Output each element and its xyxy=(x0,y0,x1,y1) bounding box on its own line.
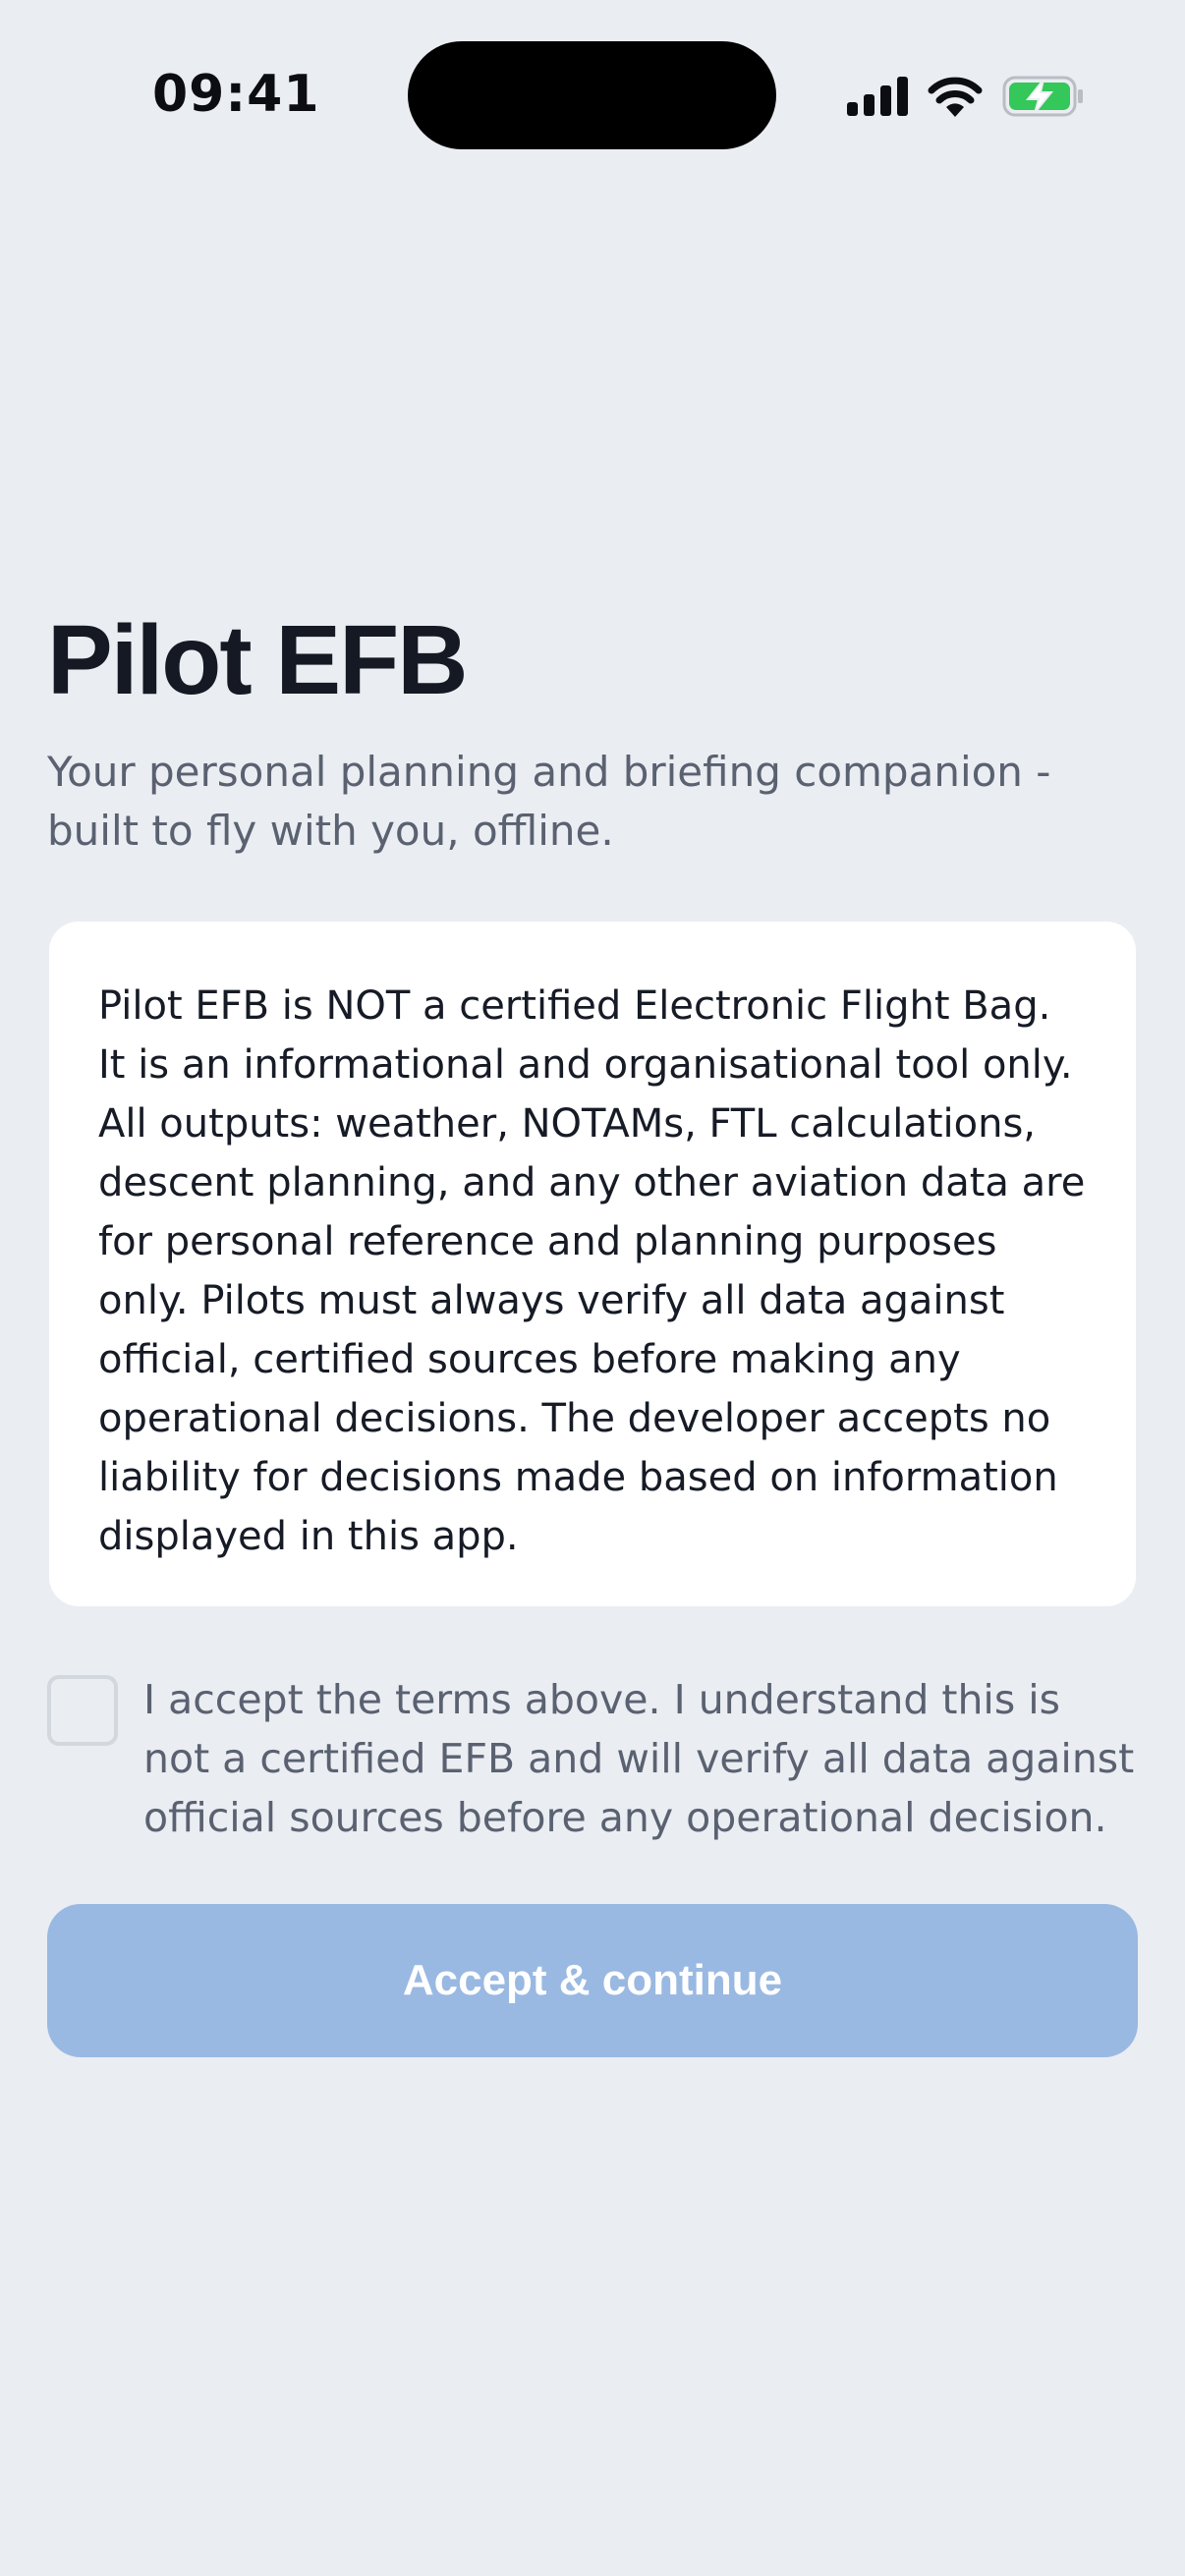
status-time: 09:41 xyxy=(152,65,320,124)
app-subtitle: Your personal planning and briefing comp… xyxy=(47,748,1051,855)
dynamic-island xyxy=(408,41,776,149)
battery-charging-icon xyxy=(1002,76,1085,117)
wifi-icon xyxy=(928,76,983,117)
accept-terms-checkbox[interactable] xyxy=(47,1675,118,1746)
accept-terms-row[interactable]: I accept the terms above. I understand t… xyxy=(47,1670,1138,1847)
status-bar: 09:41 xyxy=(0,0,1185,187)
accept-continue-button[interactable]: Accept & continue xyxy=(47,1904,1138,2057)
disclaimer-card: Pilot EFB is NOT a certified Electronic … xyxy=(49,922,1136,1606)
disclaimer-text: Pilot EFB is NOT a certified Electronic … xyxy=(98,983,1086,1559)
app-title: Pilot EFB xyxy=(47,605,468,715)
accept-terms-label[interactable]: I accept the terms above. I understand t… xyxy=(143,1670,1136,1847)
status-icons xyxy=(847,71,1085,122)
cellular-signal-icon xyxy=(847,77,908,116)
